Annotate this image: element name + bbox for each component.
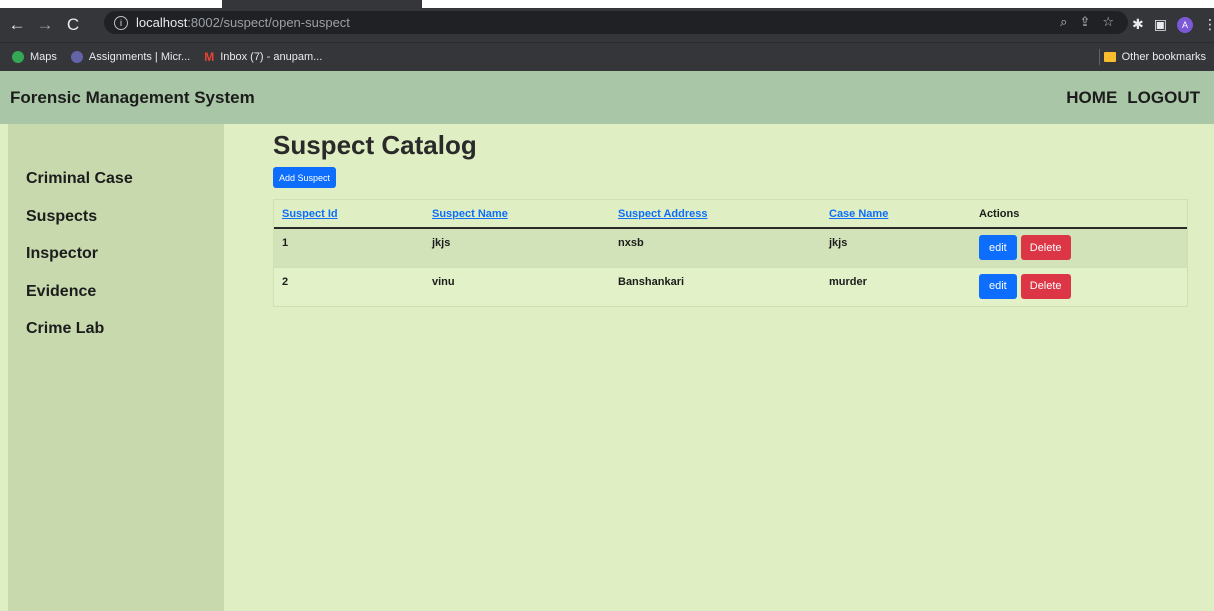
top-nav: HOME LOGOUT	[1066, 88, 1200, 108]
bookmark-label: Maps	[30, 51, 57, 63]
site-info-icon[interactable]: i	[114, 15, 128, 30]
suspect-id-cell: 2	[282, 275, 289, 288]
table-row: 1 jkjs nxsb jkjs edit Delete	[274, 228, 1187, 267]
bookmark-assignments[interactable]: Assignments | Micr...	[70, 51, 191, 63]
edit-button[interactable]: edit	[979, 235, 1017, 260]
table-row: 2 vinu Banshankari murder edit Delete	[274, 267, 1187, 306]
back-icon[interactable]: ←	[6, 15, 28, 35]
other-bookmarks[interactable]: Other bookmarks	[1103, 51, 1206, 63]
brand-title[interactable]: Forensic Management System	[10, 88, 255, 108]
suspect-name-cell: vinu	[432, 275, 455, 288]
gmail-icon: M	[204, 50, 215, 64]
bookmark-separator	[1099, 49, 1100, 65]
case-name-cell: jkjs	[829, 237, 848, 249]
sort-suspect-id-link[interactable]: Suspect Id	[282, 208, 338, 220]
sidebar: Criminal Case Suspects Inspector Evidenc…	[8, 124, 224, 611]
sidebar-item-evidence[interactable]: Evidence	[8, 279, 224, 317]
menu-icon[interactable]: ⋮	[1203, 16, 1214, 33]
active-tab[interactable]	[222, 0, 422, 8]
side-panel-icon[interactable]: ▣	[1154, 16, 1167, 33]
teams-icon	[70, 51, 83, 63]
sidebar-item-crime-lab[interactable]: Crime Lab	[8, 316, 224, 354]
page-title: Suspect Catalog	[273, 130, 477, 160]
address-bar[interactable]: i localhost:8002/suspect/open-suspect ⌕ …	[104, 11, 1128, 34]
folder-icon	[1103, 52, 1116, 62]
bookmark-maps[interactable]: Maps	[12, 51, 57, 63]
delete-button[interactable]: Delete	[1020, 273, 1071, 299]
other-bookmarks-label: Other bookmarks	[1121, 51, 1206, 63]
table-header-row: Suspect Id Suspect Name Suspect Address …	[274, 200, 1187, 229]
forward-icon[interactable]: →	[34, 15, 56, 35]
url-path: :8002/suspect/open-suspect	[187, 15, 350, 30]
home-link[interactable]: HOME	[1066, 88, 1117, 108]
profile-avatar[interactable]: A	[1176, 16, 1193, 33]
sort-case-name-link[interactable]: Case Name	[829, 208, 888, 220]
window-top-strip	[0, 0, 1214, 8]
suspect-table-container: Suspect Id Suspect Name Suspect Address …	[273, 199, 1188, 307]
case-name-cell: murder	[829, 275, 867, 288]
suspect-table: Suspect Id Suspect Name Suspect Address …	[274, 200, 1187, 306]
bookmark-label: Inbox (7) - anupam...	[220, 51, 323, 63]
app-header: Forensic Management System HOME LOGOUT	[0, 71, 1214, 124]
suspect-address-cell: Banshankari	[618, 275, 685, 288]
edit-button[interactable]: edit	[979, 273, 1017, 299]
maps-icon	[12, 51, 24, 63]
sidebar-item-criminal-case[interactable]: Criminal Case	[8, 166, 224, 204]
sort-suspect-address-link[interactable]: Suspect Address	[618, 208, 707, 220]
actions-header: Actions	[971, 200, 1187, 229]
bookmark-inbox[interactable]: M Inbox (7) - anupam...	[204, 50, 322, 64]
bookmark-label: Assignments | Micr...	[88, 51, 191, 63]
add-suspect-button[interactable]: Add Suspect	[273, 167, 337, 188]
suspect-name-cell: jkjs	[432, 237, 451, 249]
zoom-icon[interactable]: ⌕	[1060, 14, 1067, 30]
suspect-address-cell: nxsb	[618, 237, 644, 249]
browser-toolbar: ← → C i localhost:8002/suspect/open-susp…	[0, 8, 1214, 42]
sidebar-item-suspects[interactable]: Suspects	[8, 204, 224, 242]
extensions-icon[interactable]: ✱	[1132, 16, 1144, 33]
suspect-id-cell: 1	[282, 237, 289, 249]
sidebar-item-inspector[interactable]: Inspector	[8, 241, 224, 279]
reload-icon[interactable]: C	[62, 15, 84, 35]
star-icon[interactable]: ☆	[1102, 14, 1114, 30]
bookmarks-bar: Maps Assignments | Micr... M Inbox (7) - …	[0, 42, 1214, 71]
url-host: localhost	[136, 15, 188, 30]
logout-link[interactable]: LOGOUT	[1127, 88, 1200, 108]
share-icon[interactable]: ⇪	[1079, 14, 1090, 30]
sort-suspect-name-link[interactable]: Suspect Name	[432, 208, 508, 220]
delete-button[interactable]: Delete	[1020, 235, 1071, 260]
